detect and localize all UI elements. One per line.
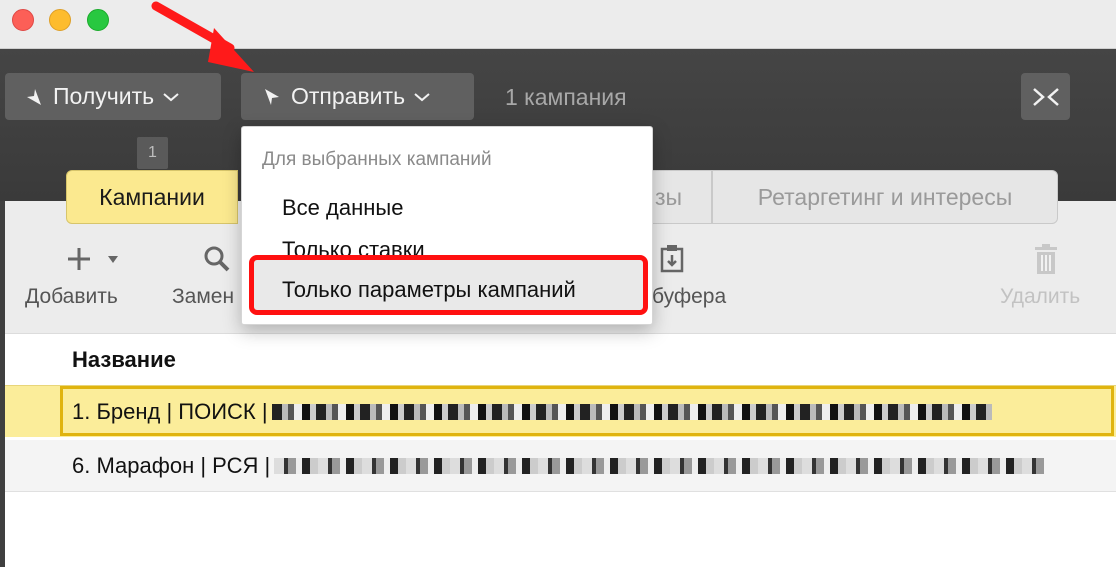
plus-icon[interactable] [64, 244, 94, 274]
search-icon[interactable] [203, 245, 231, 273]
table-row[interactable]: 1. Бренд | ПОИСК | [5, 385, 1116, 437]
tab-phrases[interactable]: зы [650, 170, 712, 224]
menu-section-header: Для выбранных кампаний [262, 149, 492, 170]
receive-button[interactable]: Получить [5, 73, 221, 120]
campaign-name: 1. Бренд | ПОИСК | [72, 398, 268, 424]
paste-from-buffer-label[interactable]: буфера [652, 285, 726, 309]
minimize-window-button[interactable] [49, 9, 71, 31]
send-button-label: Отправить [291, 83, 406, 109]
tab-count-badge: 1 [137, 137, 168, 169]
collapse-arrows-icon [1032, 87, 1059, 106]
trash-icon [1035, 244, 1057, 274]
redacted-text [271, 403, 992, 420]
send-button[interactable]: Отправить [241, 73, 474, 120]
send-icon [265, 88, 279, 105]
chevron-down-icon [163, 92, 179, 101]
column-header-name[interactable]: Название [72, 347, 176, 373]
table-row[interactable]: 6. Марафон | РСЯ | [5, 440, 1116, 492]
receive-button-label: Получить [53, 83, 155, 109]
tab-retargeting[interactable]: Ретаргетинг и интересы [712, 170, 1058, 224]
paste-icon[interactable] [657, 243, 687, 273]
replace-button-label[interactable]: Замен [172, 285, 242, 309]
menu-item-campaign-params-only[interactable]: Только параметры кампаний [282, 277, 576, 303]
delete-button-label: Удалить [1000, 285, 1081, 308]
menu-item-all-data[interactable]: Все данные [282, 195, 403, 221]
tab-campaigns[interactable]: Кампании [66, 170, 238, 224]
zoom-window-button[interactable] [87, 9, 109, 31]
annotation-arrow-icon [151, 1, 254, 72]
campaign-count-label: 1 кампания [505, 84, 627, 110]
campaign-name: 6. Марафон | РСЯ | [72, 452, 271, 478]
add-button-label[interactable]: Добавить [25, 285, 118, 309]
send-dropdown-menu: Для выбранных кампаний Все данные Только… [241, 126, 653, 325]
collapse-panel-button[interactable] [1021, 73, 1070, 120]
close-window-button[interactable] [12, 9, 34, 31]
caret-down-icon[interactable] [107, 254, 119, 264]
redacted-text [274, 457, 1045, 474]
receive-icon [27, 88, 41, 105]
chevron-down-icon [414, 92, 430, 101]
